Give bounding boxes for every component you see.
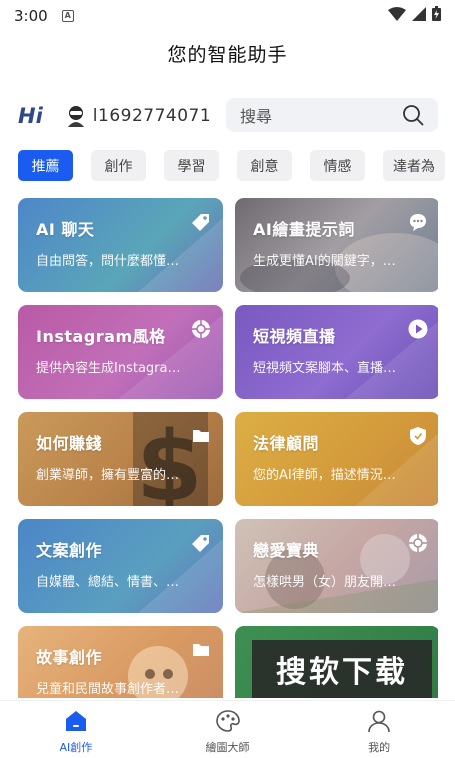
card-title: 故事創作 (36, 648, 103, 667)
user-row: Hi l1692774071 搜尋 (18, 98, 438, 134)
bottom-nav: AI創作 繪圖大師 我的 (0, 700, 455, 758)
nav-label: 繪圖大師 (205, 741, 250, 754)
signal-icon (412, 6, 426, 21)
user-icon (368, 710, 390, 733)
nav-label: 我的 (368, 741, 391, 754)
card-desc: 怎樣哄男（女）朋友開… (253, 575, 397, 590)
card-desc: 自由問答，問什麼都懂… (36, 254, 180, 269)
home-icon (65, 711, 86, 731)
tab-recommended[interactable]: 推薦 (18, 150, 73, 181)
card-title: Instagram風格 (36, 327, 166, 346)
card-title: AI 聊天 (36, 220, 95, 239)
tab-learning[interactable]: 學習 (164, 150, 219, 181)
card-desc: 短視頻文案腳本、直播… (253, 361, 397, 376)
status-icons (388, 6, 441, 21)
folder-icon (193, 644, 209, 656)
wifi-icon (388, 6, 406, 21)
tab-experts[interactable]: 達者為 (383, 150, 445, 181)
palette-icon (215, 710, 240, 732)
card-title: 法律顧問 (253, 434, 320, 453)
nav-drawing-master[interactable]: 繪圖大師 (152, 701, 304, 758)
feature-grid: AI 聊天 自由問答，問什麼都懂… AI繪畫提示詞 生成更懂AI的關鍵字，… I… (18, 198, 438, 698)
card-love-guide[interactable]: 戀愛寶典 怎樣哄男（女）朋友開… (235, 519, 438, 613)
username: l1692774071 (92, 106, 212, 126)
search-placeholder: 搜尋 (240, 107, 273, 126)
notification-icon: A (61, 10, 74, 22)
card-desc: 兒童和民間故事創作者… (36, 682, 180, 697)
status-bar: 3:00 A (0, 0, 455, 32)
chat-bubble-icon (410, 214, 426, 231)
status-time: 3:00 (14, 7, 48, 25)
search-icon[interactable] (402, 104, 424, 126)
play-icon (408, 319, 428, 339)
tag-icon (192, 535, 209, 552)
card-title: 文案創作 (36, 541, 103, 560)
card-title: 戀愛寶典 (253, 541, 320, 560)
card-title: 短視頻直播 (253, 327, 336, 346)
tab-emotion[interactable]: 情感 (310, 150, 365, 181)
card-instagram-style[interactable]: Instagram風格 提供內容生成Instagra… (18, 305, 223, 399)
card-desc: 您的AI律師，描述情況… (253, 468, 396, 483)
card-legal-advisor[interactable]: 法律顧問 您的AI律師，描述情況… (235, 412, 438, 506)
page-title: 您的智能助手 (167, 44, 288, 66)
card-copywriting[interactable]: 文案創作 自媒體、總結、情書、… (18, 519, 223, 613)
nav-ai-creation[interactable]: AI創作 (0, 701, 152, 758)
card-ai-chat[interactable]: AI 聊天 自由問答，問什麼都懂… (18, 198, 223, 292)
folder-icon (193, 430, 209, 442)
nav-label: AI創作 (59, 741, 93, 754)
card-desc: 提供內容生成Instagra… (36, 361, 181, 376)
card-desc: 自媒體、總結、情書、… (36, 575, 180, 590)
card-title: AI繪畫提示詞 (253, 220, 355, 239)
avatar[interactable] (65, 105, 87, 127)
card-desc: 生成更懂AI的關鍵字，… (253, 254, 396, 269)
tag-icon (192, 214, 209, 231)
card-title: 如何賺錢 (36, 434, 103, 453)
greeting: Hi (18, 104, 43, 128)
card-short-video-live[interactable]: 短視頻直播 短視頻文案腳本、直播… (235, 305, 438, 399)
tab-creation[interactable]: 創作 (91, 150, 146, 181)
shield-icon (410, 427, 426, 445)
search-input[interactable]: 搜尋 (226, 98, 438, 132)
battery-icon (432, 6, 441, 21)
card-story-creation[interactable]: 故事創作 兒童和民間故事創作者… (18, 626, 223, 698)
card-desc: 創業導師，擁有豐富的… (36, 468, 180, 483)
aperture-icon (192, 320, 210, 338)
card-ai-drawing-prompt[interactable]: AI繪畫提示詞 生成更懂AI的關鍵字，… (235, 198, 438, 292)
watermark: 搜软下载 (252, 640, 432, 698)
tab-creativity[interactable]: 創意 (237, 150, 292, 181)
card-how-to-make-money[interactable]: $ 如何賺錢 創業導師，擁有豐富的… (18, 412, 223, 506)
aperture-icon (409, 534, 427, 552)
nav-mine[interactable]: 我的 (303, 701, 455, 758)
category-tabs: 推薦 創作 學習 創意 情感 達者為 (18, 150, 455, 182)
